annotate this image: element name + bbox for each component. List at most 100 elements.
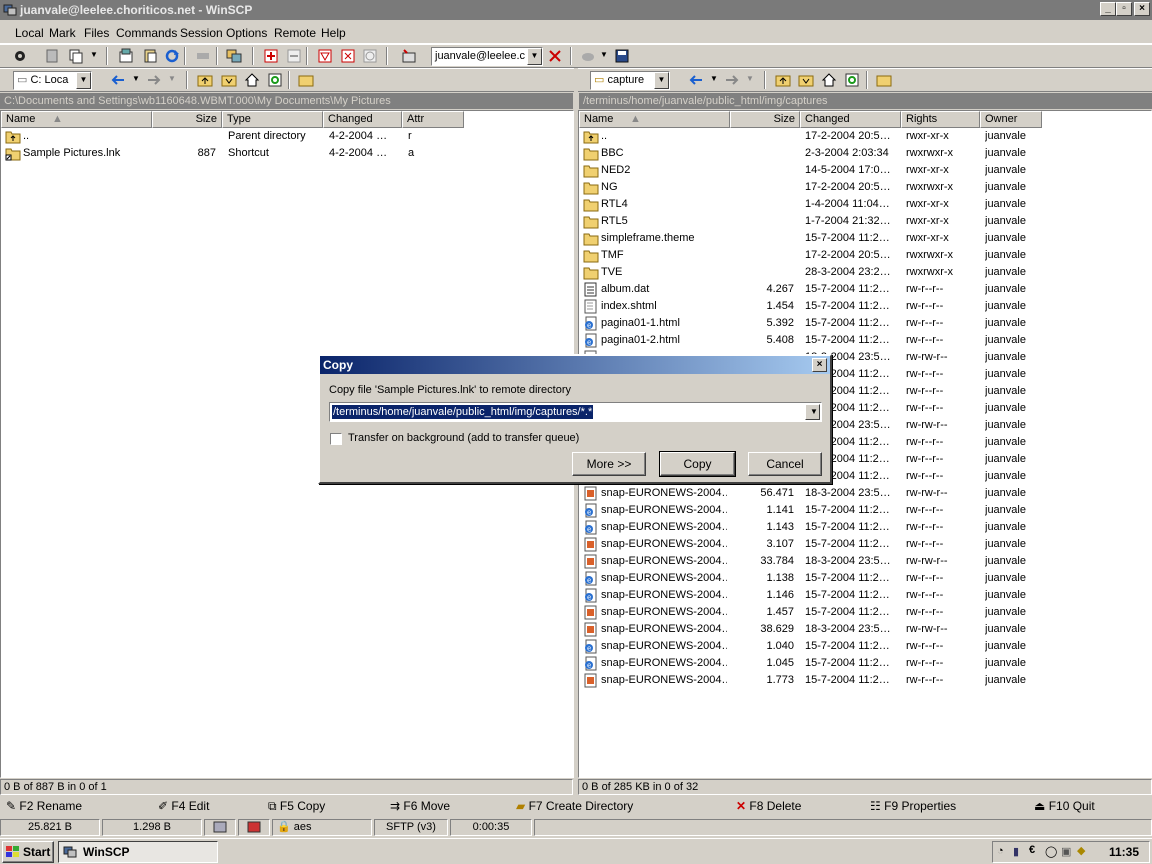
- remote-col-changed[interactable]: Changed: [800, 111, 901, 128]
- table-row[interactable]: e pagina01-1.html 5.392 15-7-2004 11:2… rw-r…: [579, 315, 1151, 332]
- dropdown-arrow-icon[interactable]: ▼: [168, 74, 176, 83]
- filter-icon[interactable]: [315, 47, 335, 65]
- dropdown-arrow-icon[interactable]: ▼: [132, 74, 140, 83]
- remote-directory-selector[interactable]: ▭ capture ▼: [590, 71, 670, 90]
- menu-mark[interactable]: Mark: [49, 26, 76, 40]
- paste-icon[interactable]: [140, 47, 160, 65]
- table-row[interactable]: index.shtml 1.454 15-7-2004 11:2… rw-r--r--…: [579, 298, 1151, 315]
- root-directory-icon[interactable]: [219, 71, 239, 89]
- local-drive-selector[interactable]: ▭ C: Loca ▼: [13, 71, 92, 90]
- minimize-button[interactable]: _: [1100, 2, 1116, 16]
- remote-col-name[interactable]: Name ▲: [579, 111, 730, 128]
- table-row[interactable]: .. 17-2-2004 20:5… rwxr-xr-x juanvale: [579, 128, 1151, 145]
- window-title-bar[interactable]: juanvale@leelee.choriticos.net - WinSCP …: [0, 0, 1152, 20]
- copy-button[interactable]: ⧉ F5 Copy: [268, 797, 325, 815]
- table-row[interactable]: BBC 2-3-2004 2:03:34 rwxrwxr-x juanvale: [579, 145, 1151, 162]
- chevron-down-icon[interactable]: ▼: [805, 404, 820, 420]
- synchronize-icon[interactable]: [224, 47, 244, 65]
- menu-session[interactable]: Session: [180, 26, 223, 40]
- local-col-changed[interactable]: Changed: [323, 111, 402, 128]
- remote-col-owner[interactable]: Owner: [980, 111, 1042, 128]
- table-row[interactable]: TMF 17-2-2004 20:5… rwxrwxr-x juanvale: [579, 247, 1151, 264]
- encryption-icon[interactable]: [238, 819, 270, 836]
- table-row[interactable]: e snap-EURONEWS-2004… 1.143 15-7-2004 11:2……: [579, 519, 1151, 536]
- unselect-files-icon[interactable]: [284, 47, 304, 65]
- table-row[interactable]: e snap-EURONEWS-2004… 1.045 15-7-2004 11:2……: [579, 655, 1151, 672]
- maximize-button[interactable]: ▫: [1116, 2, 1132, 16]
- menu-help[interactable]: Help: [321, 26, 346, 40]
- table-row[interactable]: snap-EURONEWS-2004… 56.471 18-3-2004 23:5……: [579, 485, 1151, 502]
- edit-button[interactable]: ✐ F4 Edit: [158, 797, 209, 815]
- remote-col-size[interactable]: Size: [730, 111, 800, 128]
- menu-local[interactable]: Local: [15, 26, 44, 40]
- table-row[interactable]: TVE 28-3-2004 23:2… rwxrwxr-x juanvale: [579, 264, 1151, 281]
- table-row[interactable]: snap-EURONEWS-2004… 3.107 15-7-2004 11:2… r…: [579, 536, 1151, 553]
- table-row[interactable]: e pagina01-2.html 5.408 15-7-2004 11:2… rw-r…: [579, 332, 1151, 349]
- tray-icon-volume[interactable]: ◔: [997, 845, 1004, 857]
- compare-icon[interactable]: [42, 47, 62, 65]
- tray-icon-display[interactable]: ▣: [1061, 845, 1071, 858]
- tray-icon-euro[interactable]: €: [1029, 844, 1035, 856]
- table-row[interactable]: Sample Pictures.lnk 887 Shortcut 4-2-200…: [1, 145, 573, 162]
- menu-options[interactable]: Options: [226, 26, 267, 40]
- table-row[interactable]: e snap-EURONEWS-2004… 1.138 15-7-2004 11:2……: [579, 570, 1151, 587]
- session-selector[interactable]: juanvale@leelee.c ▼: [431, 47, 543, 66]
- disconnect-icon[interactable]: [545, 47, 565, 65]
- dropdown-arrow-icon[interactable]: ▼: [600, 50, 608, 59]
- dropdown-arrow-icon[interactable]: ▼: [710, 74, 718, 83]
- background-transfer-checkbox[interactable]: [330, 433, 342, 445]
- invert-selection-icon[interactable]: [338, 47, 358, 65]
- root-directory-icon[interactable]: [796, 71, 816, 89]
- table-row[interactable]: e snap-EURONEWS-2004… 1.146 15-7-2004 11:2……: [579, 587, 1151, 604]
- table-row[interactable]: e snap-EURONEWS-2004… 1.040 15-7-2004 11:2……: [579, 638, 1151, 655]
- parent-directory-icon[interactable]: [773, 71, 793, 89]
- table-row[interactable]: snap-EURONEWS-2004… 1.457 15-7-2004 11:2… r…: [579, 604, 1151, 621]
- delete-button[interactable]: ✕ F8 Delete: [736, 797, 801, 815]
- chevron-down-icon[interactable]: ▼: [654, 72, 669, 89]
- preferences-icon[interactable]: [10, 47, 30, 65]
- quit-button[interactable]: ⏏ F10 Quit: [1034, 797, 1095, 815]
- copy-queue-icon[interactable]: [66, 47, 86, 65]
- local-col-attr[interactable]: Attr: [402, 111, 464, 128]
- dialog-close-button[interactable]: ×: [812, 358, 827, 372]
- back-arrow-icon[interactable]: [108, 71, 128, 89]
- open-directory-icon[interactable]: [296, 71, 316, 89]
- table-row[interactable]: snap-EURONEWS-2004… 38.629 18-3-2004 23:5……: [579, 621, 1151, 638]
- save-session-icon[interactable]: [612, 47, 632, 65]
- forward-arrow-icon[interactable]: [144, 71, 164, 89]
- queue-icon[interactable]: [578, 47, 598, 65]
- tray-icon-security[interactable]: ◆: [1077, 844, 1085, 857]
- new-connection-icon[interactable]: [399, 47, 419, 65]
- open-directory-icon[interactable]: [874, 71, 894, 89]
- target-directory-input[interactable]: /terminus/home/juanvale/public_html/img/…: [329, 402, 822, 422]
- close-button[interactable]: ×: [1134, 2, 1150, 16]
- dropdown-arrow-icon[interactable]: ▼: [746, 74, 754, 83]
- local-col-size[interactable]: Size: [152, 111, 222, 128]
- table-row[interactable]: snap-EURONEWS-2004… 1.773 15-7-2004 11:2… r…: [579, 672, 1151, 689]
- table-row[interactable]: snap-EURONEWS-2004… 33.784 18-3-2004 23:5……: [579, 553, 1151, 570]
- cancel-button[interactable]: Cancel: [748, 452, 822, 476]
- dialog-title-bar[interactable]: Copy ×: [320, 356, 830, 374]
- compression-icon[interactable]: [204, 819, 236, 836]
- local-col-name[interactable]: Name ▲: [1, 111, 152, 128]
- forward-arrow-icon[interactable]: [722, 71, 742, 89]
- properties-button[interactable]: ☷ F9 Properties: [870, 797, 956, 815]
- create-directory-button[interactable]: ▰ F7 Create Directory: [516, 797, 633, 815]
- home-icon[interactable]: [242, 71, 262, 89]
- clear-selection-icon[interactable]: [360, 47, 380, 65]
- table-row[interactable]: .. Parent directory 4-2-2004 … r: [1, 128, 573, 145]
- move-button[interactable]: ⇉ F6 Move: [390, 797, 450, 815]
- tray-icon-mouse[interactable]: ◯: [1045, 845, 1057, 858]
- copy-confirm-button[interactable]: Copy: [659, 451, 736, 477]
- rename-button[interactable]: ✎ F2 Rename: [6, 797, 82, 815]
- refresh-icon[interactable]: [162, 47, 182, 65]
- table-row[interactable]: RTL4 1-4-2004 11:04… rwxr-xr-x juanvale: [579, 196, 1151, 213]
- tray-icon-network[interactable]: ▮: [1013, 845, 1019, 858]
- chevron-down-icon[interactable]: ▼: [76, 72, 91, 89]
- new-session-icon[interactable]: [116, 47, 136, 65]
- taskbar-winscp-button[interactable]: WinSCP: [58, 841, 218, 863]
- disabled-tool-icon[interactable]: [193, 47, 213, 65]
- remote-col-rights[interactable]: Rights: [901, 111, 980, 128]
- chevron-down-icon[interactable]: ▼: [527, 48, 542, 65]
- menu-commands[interactable]: Commands: [116, 26, 177, 40]
